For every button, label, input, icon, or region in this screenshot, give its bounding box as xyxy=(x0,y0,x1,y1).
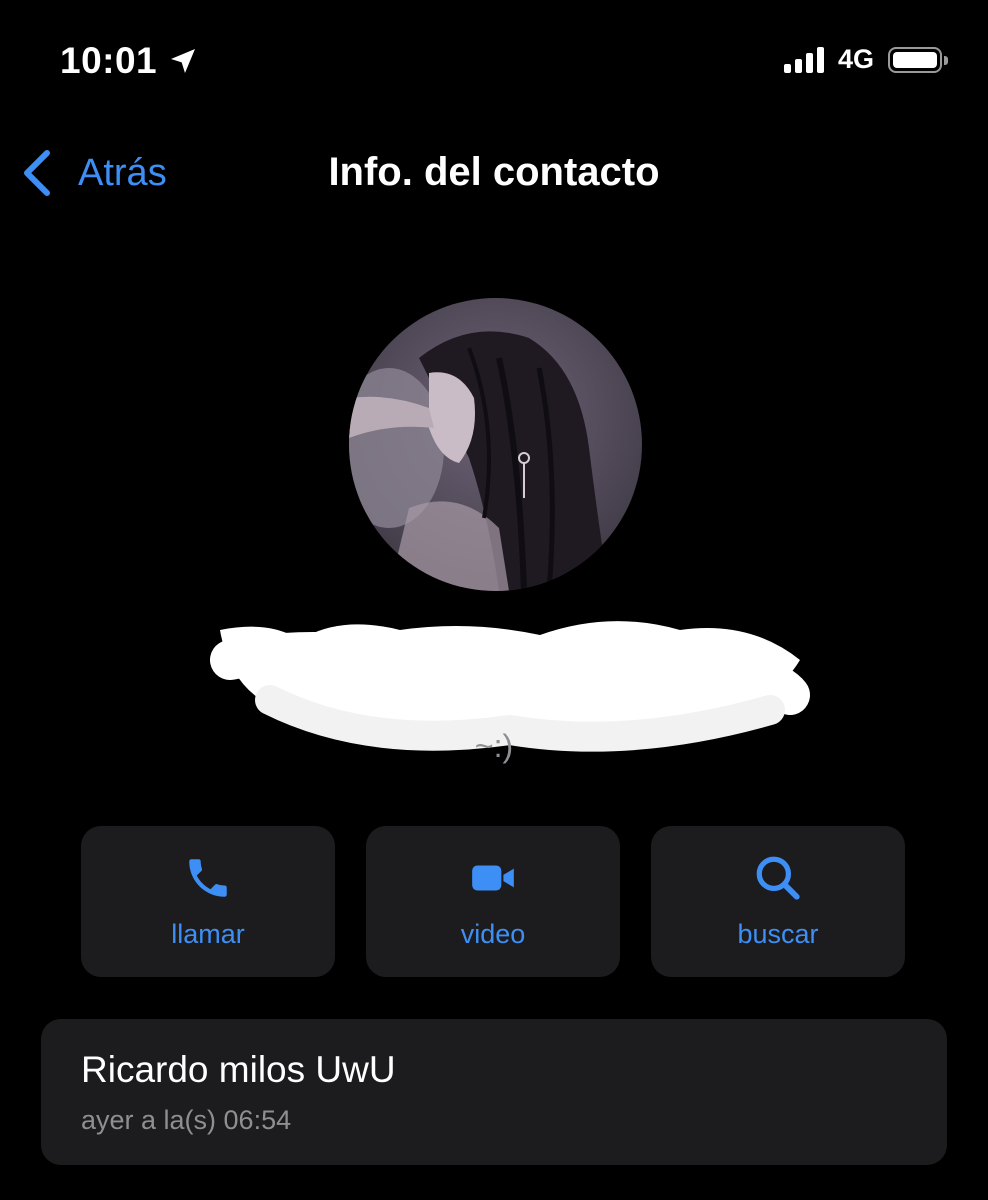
video-camera-icon xyxy=(472,865,514,891)
contact-info-screen: 10:01 4G Atrás Info. del contacto +1 910… xyxy=(0,0,988,1200)
network-type: 4G xyxy=(837,44,874,74)
page-title: Info. del contacto xyxy=(328,150,660,194)
call-button-label: llamar xyxy=(171,919,245,949)
contact-status-message: ~:) xyxy=(474,728,514,764)
about-text: Ricardo milos UwU xyxy=(81,1049,396,1090)
status-time: 10:01 xyxy=(60,40,199,82)
status-time-text: 10:01 xyxy=(60,40,158,81)
status-indicators: 4G xyxy=(783,44,948,75)
contact-phone-number: +1 910 555 1756 xyxy=(267,633,721,700)
phone-icon xyxy=(189,859,227,897)
action-buttons: llamar video buscar xyxy=(81,826,905,977)
cellular-signal-icon xyxy=(783,46,824,73)
avatar-image xyxy=(349,298,642,591)
contact-avatar[interactable] xyxy=(349,298,642,591)
video-button-label: video xyxy=(460,919,526,949)
search-button[interactable]: buscar xyxy=(651,826,905,977)
about-date: ayer a la(s) 06:54 xyxy=(81,1105,292,1135)
search-button-label: buscar xyxy=(737,919,819,949)
about-card[interactable]: Ricardo milos UwU ayer a la(s) 06:54 xyxy=(41,1019,947,1165)
battery-full-icon xyxy=(888,46,948,73)
video-button[interactable]: video xyxy=(366,826,620,977)
location-arrow-icon xyxy=(171,49,196,73)
search-icon xyxy=(756,856,800,900)
call-button[interactable]: llamar xyxy=(81,826,335,977)
